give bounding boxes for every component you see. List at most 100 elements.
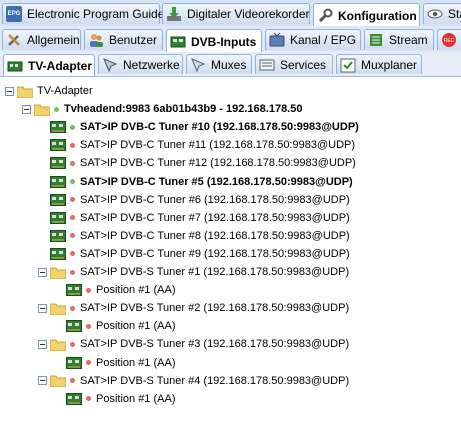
node-label: SAT>IP DVB-C Tuner #5 (192.168.178.50:99… [80,175,353,188]
status-dot-icon [54,106,59,112]
config-tab-bar: Allgemein Benutzer DVB-Inputs Kanal / EP… [0,26,461,53]
tab-konfiguration[interactable]: Konfiguration [313,3,420,26]
node-label: SAT>IP DVB-C Tuner #12 (192.168.178.50:9… [80,157,356,170]
tab-label: DVB-Inputs [191,34,257,49]
tab-kanal-epg[interactable]: Kanal / EPG [265,29,361,50]
collapse-toggle-icon[interactable] [38,303,47,313]
download-icon [166,6,182,22]
tab-dvb-inputs[interactable]: DVB-Inputs [166,29,262,52]
collapse-toggle-icon[interactable] [38,339,47,349]
tree-tuner-node[interactable]: SAT>IP DVB-C Tuner #11 (192.168.178.50:9… [38,136,355,154]
tools-icon [6,32,22,48]
users-icon [88,32,104,48]
node-label: Position #1 (AA) [96,320,176,333]
tab-allgemein[interactable]: Allgemein [2,29,81,50]
main-tab-bar: EPG Electronic Program Guide Digitaler V… [0,0,461,27]
tab-status[interactable]: Sta [423,3,461,24]
tab-label: Services [280,57,327,72]
tree-tuner-node[interactable]: SAT>IP DVB-C Tuner #9 (192.168.178.50:99… [38,245,350,263]
eye-icon [427,6,443,22]
tuner-card-icon [50,121,70,134]
tree-tuner-node[interactable]: SAT>IP DVB-S Tuner #4 (192.168.178.50:99… [38,372,349,390]
status-dot-icon [86,396,91,402]
folder-icon [50,266,70,279]
tree-tuner-node[interactable]: SAT>IP DVB-C Tuner #8 (192.168.178.50:99… [38,227,350,245]
tuner-card-icon [66,320,86,333]
status-dot-icon [86,323,91,329]
svg-text:REC: REC [444,38,455,44]
collapse-toggle-icon[interactable] [38,267,47,277]
node-label: SAT>IP DVB-S Tuner #3 (192.168.178.50:99… [80,338,350,351]
tab-services[interactable]: Services [255,54,333,74]
tree-position-node[interactable]: Position #1 (AA) [66,317,175,335]
status-dot-icon [86,360,91,365]
tree-position-node[interactable]: Position #1 (AA) [66,354,175,372]
status-dot-icon [70,233,75,239]
tree-tuner-node[interactable]: SAT>IP DVB-S Tuner #3 (192.168.178.50:99… [38,335,349,353]
tab-label: Muxes [211,57,247,72]
tuner-card-icon [50,247,70,260]
tree-position-node[interactable]: Position #1 (AA) [66,281,175,299]
tree-tuner-node[interactable]: SAT>IP DVB-C Tuner #10 (192.168.178.50:9… [38,118,359,136]
tuner-card-icon [50,139,70,152]
tab-benutzer[interactable]: Benutzer [84,29,163,50]
muxplaner-icon [340,57,356,73]
status-dot-icon [70,197,75,203]
status-dot-icon [70,179,75,184]
status-dot-icon [70,251,75,257]
collapse-toggle-icon[interactable] [5,86,14,96]
status-dot-icon [70,215,75,221]
epg-icon: EPG [6,6,22,22]
node-label: SAT>IP DVB-S Tuner #1 (192.168.178.50:99… [80,266,350,278]
tuner-card-icon [66,284,86,297]
tree-position-node[interactable]: Position #1 (AA) [66,390,175,408]
network-icon [102,57,118,73]
tab-netzwerke[interactable]: Netzwerke [98,54,183,74]
tab-recording[interactable]: REC [437,29,461,50]
tab-epg[interactable]: EPG Electronic Program Guide [2,3,164,24]
tab-muxplaner[interactable]: Muxplaner [336,54,422,74]
node-label: Position #1 (AA) [96,392,176,405]
folder-icon [17,85,37,98]
tuner-card-icon [50,157,70,170]
node-label: TV-Adapter [37,85,93,97]
node-label: SAT>IP DVB-C Tuner #10 (192.168.178.50:9… [80,121,359,134]
tree-tuner-node[interactable]: SAT>IP DVB-S Tuner #2 (192.168.178.50:99… [38,299,349,317]
node-label: SAT>IP DVB-C Tuner #6 (192.168.178.50:99… [80,193,350,206]
folder-icon [50,302,70,315]
tab-dvr[interactable]: Digitaler Videorekorder [162,3,310,24]
tree-tuner-node[interactable]: SAT>IP DVB-C Tuner #6 (192.168.178.50:99… [38,191,350,209]
folder-icon [50,374,70,388]
tab-label: Kanal / EPG [290,33,357,47]
tuner-card-icon [66,356,86,369]
collapse-toggle-icon[interactable] [22,104,31,114]
node-label: SAT>IP DVB-C Tuner #9 (192.168.178.50:99… [80,247,350,260]
tuner-card-icon [50,175,70,188]
tab-tv-adapter[interactable]: TV-Adapter [3,54,95,76]
tree-root-tv-adapter[interactable]: TV-Adapter [5,82,93,100]
tab-muxes[interactable]: Muxes [186,54,252,74]
tree-tuner-node[interactable]: SAT>IP DVB-C Tuner #12 (192.168.178.50:9… [38,154,356,172]
tab-label: Muxplaner [361,57,418,72]
tree-tuner-node[interactable]: SAT>IP DVB-C Tuner #7 (192.168.178.50:99… [38,209,350,227]
tree-tuner-node[interactable]: SAT>IP DVB-C Tuner #5 (192.168.178.50:99… [38,173,353,191]
tuner-card-icon [50,229,70,242]
tab-label: TV-Adapter [28,58,93,73]
node-label: SAT>IP DVB-S Tuner #4 (192.168.178.50:99… [80,374,350,387]
status-dot-icon [70,305,75,311]
tab-label: Benutzer [109,33,158,47]
node-label: Position #1 (AA) [96,284,176,297]
stream-icon [368,32,384,48]
status-dot-icon [70,160,75,166]
tuner-card-icon [50,193,70,206]
tab-label: Digitaler Videorekorder [187,7,310,21]
folder-icon [34,103,54,116]
tv-icon [269,32,285,48]
tree-server-node[interactable]: Tvheadend:9983 6ab01b43b9 - 192.168.178.… [22,100,302,118]
dvb-tab-bar: TV-Adapter Netzwerke Muxes Services Muxp… [0,52,461,77]
services-icon [259,57,275,73]
collapse-toggle-icon[interactable] [38,376,47,386]
wrench-icon [317,8,333,24]
tab-stream[interactable]: Stream [364,29,434,50]
tree-tuner-node[interactable]: SAT>IP DVB-S Tuner #1 (192.168.178.50:99… [38,263,349,281]
